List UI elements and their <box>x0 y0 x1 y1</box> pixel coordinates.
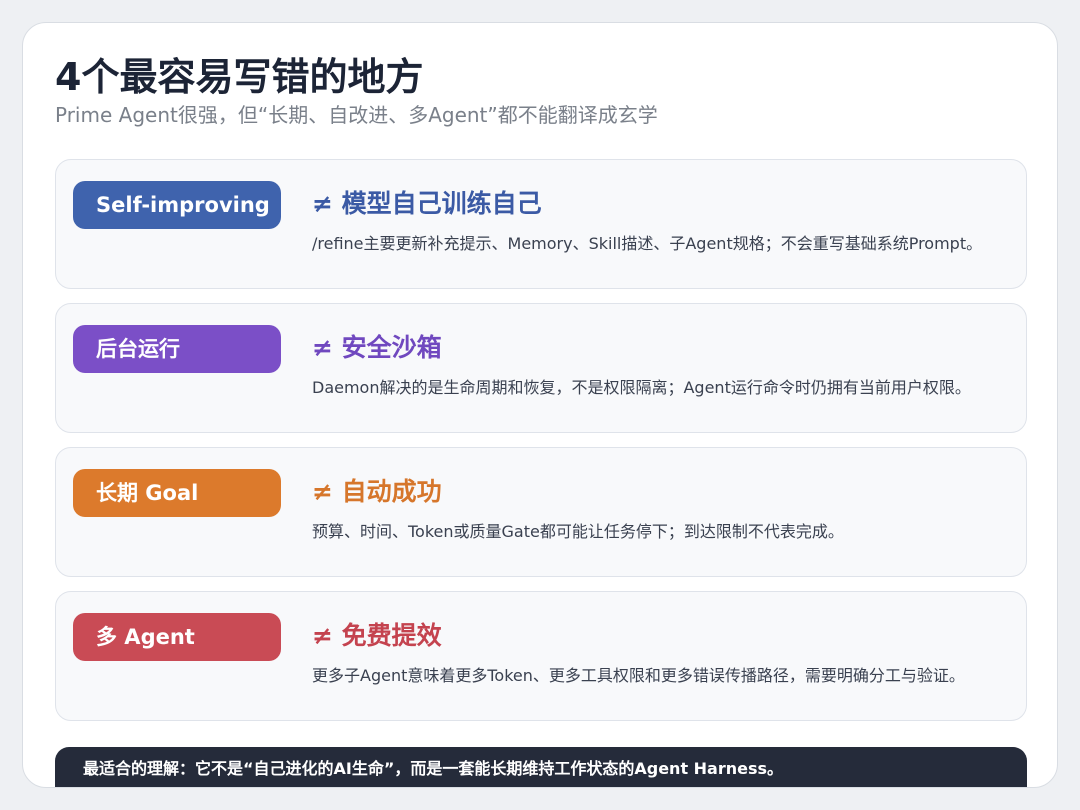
main-card: 4个最容易写错的地方 Prime Agent很强，但“长期、自改进、多Agent… <box>22 22 1058 788</box>
tag-pill-self-improving: Self-improving <box>73 181 281 229</box>
item-heading-multi-agent: ≠ 免费提效 <box>312 621 442 650</box>
item-long-goal: 长期 Goal ≠ 自动成功 预算、时间、Token或质量Gate都可能让任务停… <box>55 447 1027 577</box>
page-subtitle: Prime Agent很强，但“长期、自改进、多Agent”都不能翻译成玄学 <box>55 103 658 127</box>
tag-pill-background-run: 后台运行 <box>73 325 281 373</box>
item-heading-background-run: ≠ 安全沙箱 <box>312 333 442 362</box>
tag-pill-long-goal: 长期 Goal <box>73 469 281 517</box>
item-multi-agent: 多 Agent ≠ 免费提效 更多子Agent意味着更多Token、更多工具权限… <box>55 591 1027 721</box>
item-self-improving: Self-improving ≠ 模型自己训练自己 /refine主要更新补充提… <box>55 159 1027 289</box>
tag-pill-multi-agent: 多 Agent <box>73 613 281 661</box>
item-heading-long-goal: ≠ 自动成功 <box>312 477 442 506</box>
item-heading-self-improving: ≠ 模型自己训练自己 <box>312 189 542 218</box>
page-title: 4个最容易写错的地方 <box>55 55 424 99</box>
item-background-run: 后台运行 ≠ 安全沙箱 Daemon解决的是生命周期和恢复，不是权限隔离；Age… <box>55 303 1027 433</box>
item-description-multi-agent: 更多子Agent意味着更多Token、更多工具权限和更多错误传播路径，需要明确分… <box>312 666 965 685</box>
item-description-background-run: Daemon解决的是生命周期和恢复，不是权限隔离；Agent运行命令时仍拥有当前… <box>312 378 971 397</box>
item-description-long-goal: 预算、时间、Token或质量Gate都可能让任务停下；到达限制不代表完成。 <box>312 522 844 541</box>
summary-banner: 最适合的理解：它不是“自己进化的AI生命”，而是一套能长期维持工作状态的Agen… <box>55 747 1027 787</box>
item-description-self-improving: /refine主要更新补充提示、Memory、Skill描述、子Agent规格；… <box>312 234 983 253</box>
